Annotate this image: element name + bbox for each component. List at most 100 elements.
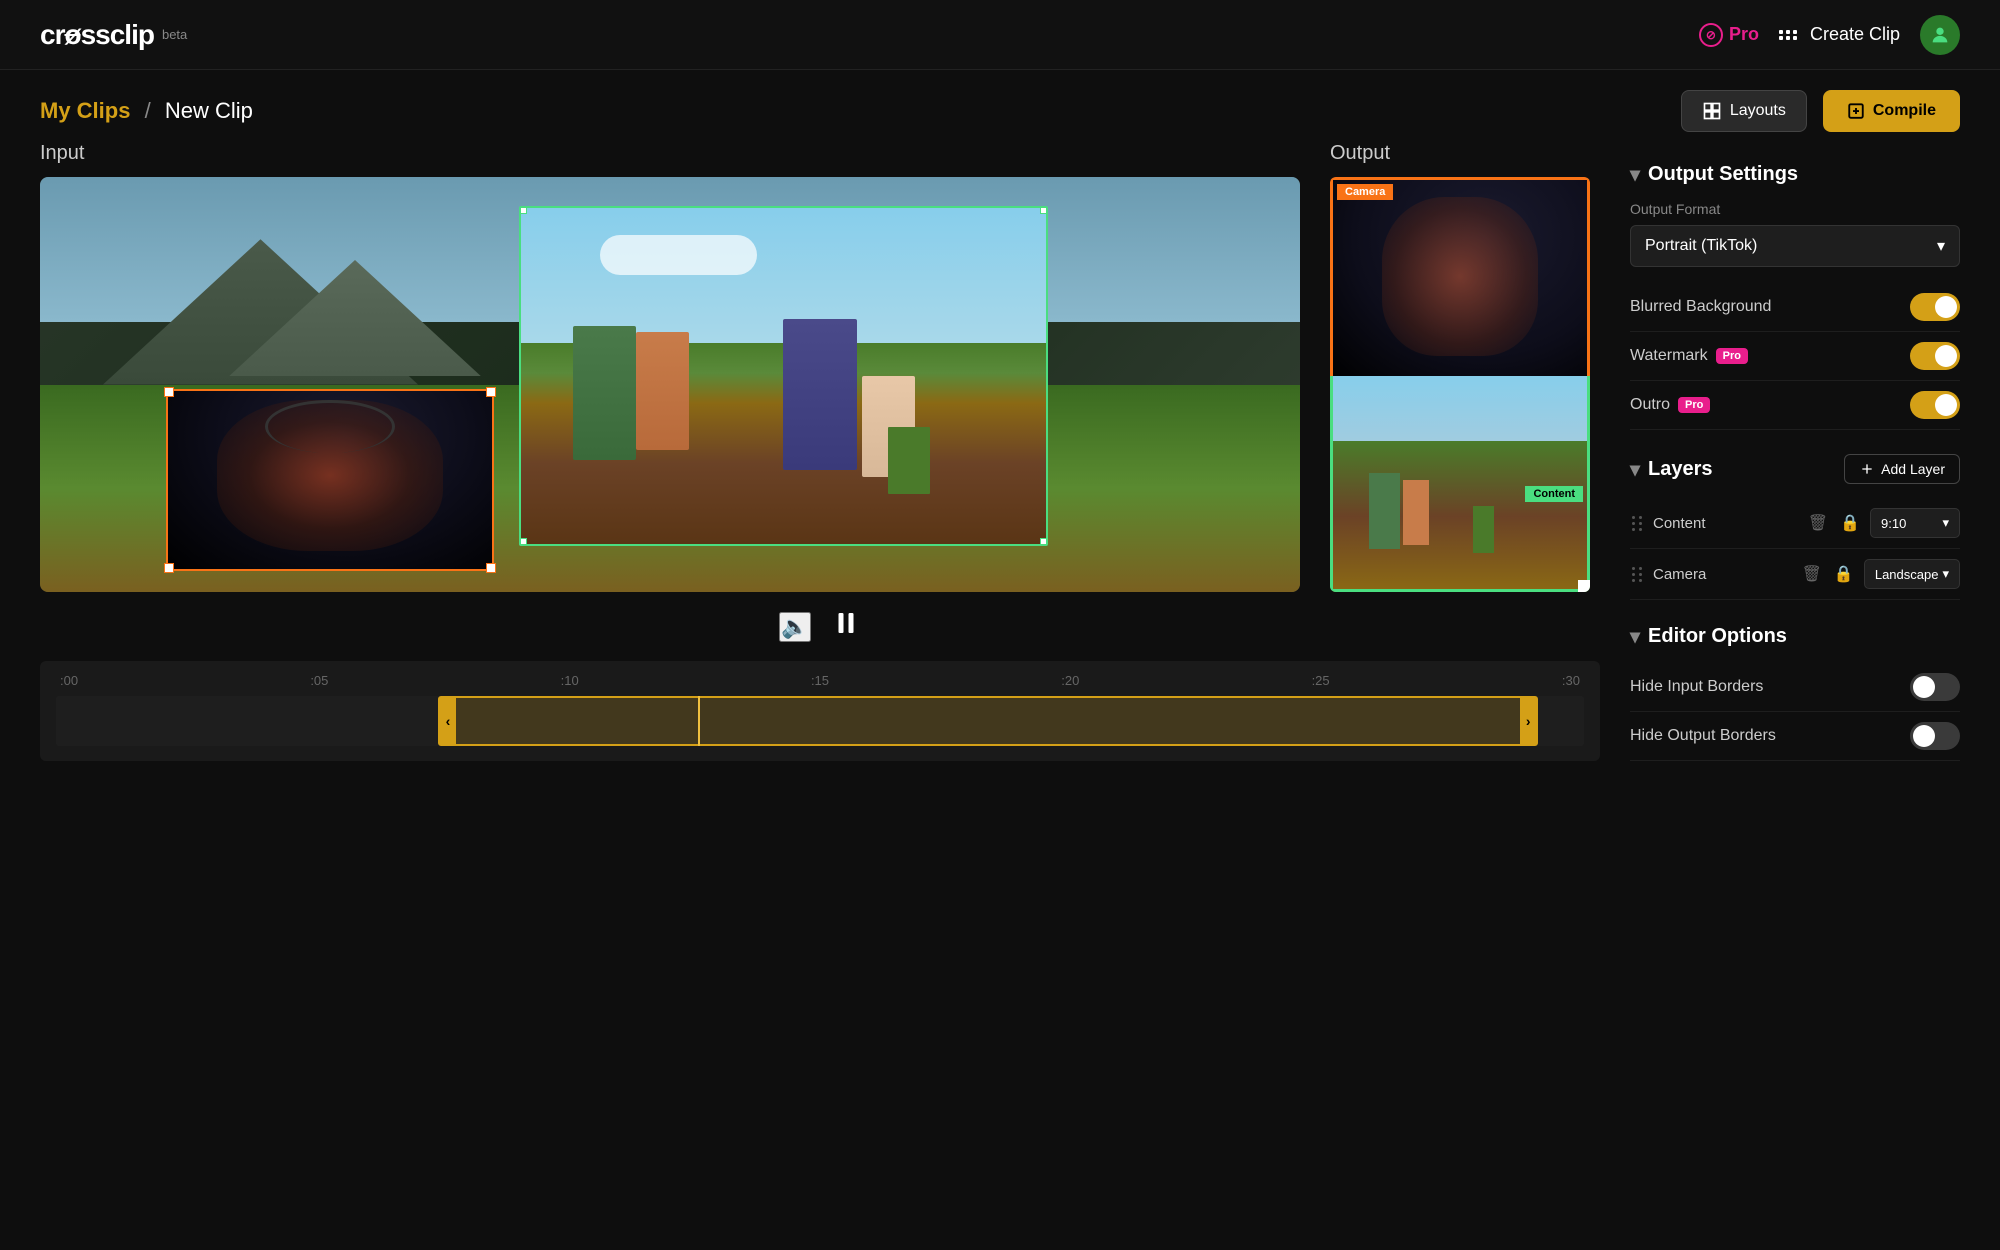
blurred-bg-label: Blurred Background (1630, 298, 1771, 316)
logo-text: crøssclip (40, 19, 154, 51)
marker-30: :30 (1562, 673, 1580, 688)
marker-25: :25 (1312, 673, 1330, 688)
toolbar-buttons: Layouts Compile (1681, 90, 1960, 132)
marker-10: :10 (561, 673, 579, 688)
handle-bl[interactable] (521, 538, 527, 544)
hide-output-toggle[interactable] (1910, 722, 1960, 750)
output-resize-handle[interactable] (1578, 580, 1590, 592)
mc-char3 (783, 319, 857, 470)
timeline-playhead[interactable]: 00:12 (698, 696, 700, 746)
marker-20: :20 (1061, 673, 1079, 688)
layer-row-camera: Camera 🗑 🔒 Landscape ▾ (1630, 549, 1960, 600)
create-clip-button[interactable]: Create Clip (1779, 24, 1900, 45)
output-settings-title: ▾ Output Settings (1630, 162, 1798, 187)
toggle-thumb-input (1913, 676, 1935, 698)
playhead-line (698, 696, 700, 746)
watermark-toggle[interactable] (1910, 342, 1960, 370)
mc-creeper (888, 427, 930, 494)
editor-options-label: Editor Options (1648, 625, 1787, 648)
layer-content-ratio[interactable]: 9:10 ▾ (1870, 508, 1960, 538)
drag-handle-camera[interactable] (1630, 565, 1645, 584)
output-content-border: Content (1330, 376, 1590, 592)
hide-input-borders-row: Hide Input Borders (1630, 663, 1960, 712)
output-format-select[interactable]: Portrait (TikTok) ▾ (1630, 225, 1960, 267)
timeline-handle-left[interactable]: ‹ (440, 698, 456, 744)
outro-pro-tag: Pro (1678, 397, 1710, 413)
output-camera-label: Camera (1337, 184, 1393, 200)
content-ratio-chevron: ▾ (1942, 515, 1949, 531)
breadcrumb-toolbar-row: My Clips / New Clip Layouts Compile (0, 70, 2000, 142)
blurred-bg-toggle[interactable] (1910, 293, 1960, 321)
layer-camera-delete[interactable]: 🗑 (1800, 562, 1824, 586)
output-video: Camera Content (1330, 177, 1590, 592)
outro-label-group: Outro Pro (1630, 396, 1710, 414)
header-right: ⊘ Pro Create Clip (1699, 15, 1960, 55)
outro-label: Outro (1630, 396, 1670, 414)
my-clips-link[interactable]: My Clips (40, 98, 130, 123)
marker-0: :00 (60, 673, 78, 688)
layer-camera-ratio[interactable]: Landscape ▾ (1864, 559, 1960, 589)
cam-handle-tr[interactable] (486, 387, 496, 397)
layer-camera-lock[interactable]: 🔒 (1832, 562, 1856, 586)
chevron-down-icon: ▾ (1937, 236, 1945, 256)
pro-button[interactable]: ⊘ Pro (1699, 23, 1759, 47)
pro-label: Pro (1729, 24, 1759, 45)
handle-tr[interactable] (1040, 208, 1046, 214)
blurred-bg-row: Blurred Background (1630, 283, 1960, 332)
editor-options-title: ▾ Editor Options (1630, 624, 1787, 649)
timeline-bar[interactable]: ‹ › 00:12 (56, 696, 1584, 746)
content-selection-box[interactable]: Content (519, 206, 1048, 546)
logo: crøssclip beta (40, 19, 187, 51)
breadcrumb-current: New Clip (165, 98, 253, 123)
pause-icon (831, 608, 861, 638)
editor-options-section: ▾ Editor Options Hide Input Borders Hide… (1630, 624, 1960, 761)
layouts-label: Layouts (1730, 102, 1786, 120)
mc-char2 (636, 332, 689, 450)
timeline-handle-right[interactable]: › (1520, 698, 1536, 744)
cam-handle-bl[interactable] (164, 563, 174, 573)
logo-strike: ø (64, 19, 80, 50)
layers-header: ▾ Layers Add Layer (1630, 454, 1960, 484)
handle-tl[interactable] (521, 208, 527, 214)
marker-15: :15 (811, 673, 829, 688)
output-panel: Output Camera (1330, 142, 1600, 592)
compile-button[interactable]: Compile (1823, 90, 1960, 132)
input-title: Input (40, 142, 1300, 165)
pro-icon: ⊘ (1699, 23, 1723, 47)
avatar-button[interactable] (1920, 15, 1960, 55)
input-panel: Input Content (40, 142, 1300, 592)
handle-br[interactable] (1040, 538, 1046, 544)
watermark-label: Watermark (1630, 347, 1708, 365)
cloud1 (600, 235, 758, 275)
chevron-layers-icon: ▾ (1630, 457, 1640, 482)
camera-selection-box[interactable]: Camera (166, 389, 494, 572)
mc-char1 (573, 326, 636, 461)
output-title: Output (1330, 142, 1600, 165)
play-pause-button[interactable] (831, 608, 861, 645)
beta-badge: beta (162, 27, 187, 42)
marker-5: :05 (310, 673, 328, 688)
left-content: Input Content (40, 142, 1600, 761)
add-layer-label: Add Layer (1881, 461, 1945, 477)
add-layer-icon (1859, 461, 1875, 477)
cam-handle-tl[interactable] (164, 387, 174, 397)
volume-button[interactable]: 🔈 (779, 612, 810, 642)
cam-handle-br[interactable] (486, 563, 496, 573)
outro-toggle[interactable] (1910, 391, 1960, 419)
breadcrumb: My Clips / New Clip (40, 98, 253, 124)
content-inner (521, 208, 1046, 544)
timeline-markers: :00 :05 :10 :15 :20 :25 :30 (56, 673, 1584, 688)
breadcrumb-separator: / (145, 98, 151, 123)
drag-handle-content[interactable] (1630, 514, 1645, 533)
layers-title: ▾ Layers (1630, 457, 1713, 482)
layouts-button[interactable]: Layouts (1681, 90, 1807, 132)
timeline-clip[interactable]: ‹ › (438, 696, 1538, 746)
layers-section: ▾ Layers Add Layer (1630, 454, 1960, 600)
layer-content-lock[interactable]: 🔒 (1838, 511, 1862, 535)
add-layer-button[interactable]: Add Layer (1844, 454, 1960, 484)
hide-input-toggle[interactable] (1910, 673, 1960, 701)
format-value: Portrait (TikTok) (1645, 237, 1757, 255)
camera-ratio-value: Landscape (1875, 567, 1939, 582)
layer-content-delete[interactable]: 🗑 (1806, 511, 1830, 535)
timeline: :00 :05 :10 :15 :20 :25 :30 ‹ › (40, 661, 1600, 761)
